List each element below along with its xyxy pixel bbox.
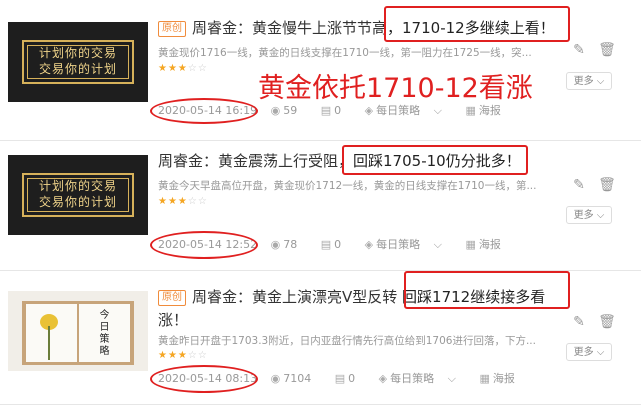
delete-icon[interactable]: 🗑: [598, 42, 616, 58]
original-badge: 原创: [158, 21, 186, 37]
category-dropdown[interactable]: ◈ 每日策略 ⌵: [365, 104, 452, 117]
chevron-down-icon: ⌵: [433, 104, 442, 117]
qrcode-icon: ▦: [479, 372, 490, 385]
edit-icon[interactable]: ✎: [570, 42, 588, 58]
comment-icon: ▤: [320, 238, 332, 251]
article-thumbnail[interactable]: 计划你的交易 交易你的计划: [8, 22, 148, 102]
article-thumbnail[interactable]: 计划你的交易 交易你的计划: [8, 155, 148, 235]
poster-label: 海报: [478, 238, 501, 251]
layers-icon: ◈: [364, 238, 374, 251]
comment-icon: ▤: [334, 372, 346, 385]
view-count: 78: [283, 238, 298, 251]
eye-icon: ◉: [270, 104, 281, 117]
comment-count: 0: [348, 372, 356, 385]
chevron-down-icon: ⌵: [596, 347, 605, 358]
article-item-2[interactable]: 计划你的交易 交易你的计划 周睿金：黄金震荡上行受阻，回踩1705-10仍分批多…: [0, 141, 641, 269]
category-dropdown[interactable]: ◈ 每日策略 ⌵: [365, 238, 452, 251]
title-prefix: 周睿金：黄金慢牛上涨节节高: [192, 19, 388, 37]
category-label: 每日策略: [376, 238, 421, 251]
poster-label: 海报: [492, 372, 515, 385]
layers-icon: ◈: [364, 104, 374, 117]
comment-count: 0: [334, 104, 342, 117]
chevron-down-icon: ⌵: [596, 76, 605, 87]
datetime-circle: [150, 231, 258, 259]
book-illustration: 今日策略: [22, 301, 134, 365]
more-label: 更多: [573, 210, 594, 221]
title-highlight-box: [404, 271, 570, 309]
article-summary: 黄金昨日开盘于1703.3附近，日内亚盘行情先行高位给到1706进行回落，下方.…: [158, 335, 536, 347]
book-right-page: 今日策略: [79, 304, 130, 362]
title-highlight-box: [384, 6, 570, 42]
edit-icon[interactable]: ✎: [570, 177, 588, 193]
comment-icon: ▤: [320, 104, 332, 117]
article-item-3[interactable]: 今日策略 原创 周睿金：黄金上演漂亮V型反转 回踩1712继续接多看 涨！ 黄金昨…: [0, 271, 641, 408]
more-dropdown[interactable]: 更多 ⌵: [566, 72, 612, 90]
poster-button[interactable]: ▦ 海报: [465, 104, 510, 117]
qrcode-icon: ▦: [465, 104, 476, 117]
chevron-down-icon: ⌵: [433, 238, 442, 251]
flower-stem: [48, 326, 50, 360]
thumbnail-text-line1: 计划你的交易: [38, 179, 117, 193]
comment-count: 0: [334, 238, 342, 251]
thumbnail-text-line2: 交易你的计划: [38, 195, 117, 209]
more-dropdown[interactable]: 更多 ⌵: [566, 206, 612, 224]
category-label: 每日策略: [376, 104, 421, 117]
more-dropdown[interactable]: 更多 ⌵: [566, 343, 612, 361]
view-count: 59: [283, 104, 298, 117]
stars-filled: ★★★: [158, 63, 188, 74]
more-label: 更多: [573, 76, 594, 87]
poster-label: 海报: [478, 104, 501, 117]
poster-button[interactable]: ▦ 海报: [479, 372, 524, 385]
stars-filled: ★★★: [158, 196, 188, 207]
title-prefix: 周睿金：黄金上演漂亮V型反转: [192, 288, 398, 306]
annotation-overlay-text: 黄金依托1710-12看涨: [258, 73, 533, 104]
thumbnail-text-line1: 计划你的交易: [38, 46, 117, 60]
book-left-page: [26, 304, 77, 362]
chevron-down-icon: ⌵: [596, 210, 605, 221]
stars-empty: ☆☆: [187, 196, 208, 207]
view-count: 7104: [283, 372, 312, 385]
delete-icon[interactable]: 🗑: [598, 177, 616, 193]
article-summary: 黄金现价1716一线，黄金的日线支撑在1710一线，第一阻力在1725一线，突.…: [158, 47, 532, 59]
eye-icon: ◉: [270, 372, 281, 385]
thumbnail-text: 今日策略: [99, 310, 110, 357]
layers-icon: ◈: [378, 372, 388, 385]
poster-button[interactable]: ▦ 海报: [465, 238, 510, 251]
stars-empty: ☆☆: [187, 350, 208, 361]
stars-empty: ☆☆: [187, 63, 208, 74]
thumbnail-text-line2: 交易你的计划: [38, 62, 117, 76]
title-prefix: 周睿金：黄金震荡上行受阻，: [158, 152, 354, 170]
stars-filled: ★★★: [158, 350, 188, 361]
qrcode-icon: ▦: [465, 238, 476, 251]
rating-stars: ★★★☆☆: [158, 63, 208, 74]
edit-icon[interactable]: ✎: [570, 314, 588, 330]
article-summary: 黄金今天早盘高位开盘，黄金现价1712一线，黄金的日线支撑在1710一线，第..…: [158, 180, 537, 192]
title-highlight-box: [342, 145, 528, 175]
category-dropdown[interactable]: ◈ 每日策略 ⌵: [379, 372, 466, 385]
article-divider: [0, 404, 641, 405]
rating-stars: ★★★☆☆: [158, 196, 208, 207]
delete-icon[interactable]: 🗑: [598, 314, 616, 330]
original-badge: 原创: [158, 290, 186, 306]
article-thumbnail[interactable]: 今日策略: [8, 291, 148, 371]
more-label: 更多: [573, 347, 594, 358]
eye-icon: ◉: [270, 238, 281, 251]
article-title-line2[interactable]: 涨！: [158, 308, 188, 332]
chevron-down-icon: ⌵: [447, 372, 456, 385]
datetime-circle: [150, 365, 258, 393]
rating-stars: ★★★☆☆: [158, 350, 208, 361]
datetime-circle: [150, 98, 258, 124]
category-label: 每日策略: [390, 372, 435, 385]
